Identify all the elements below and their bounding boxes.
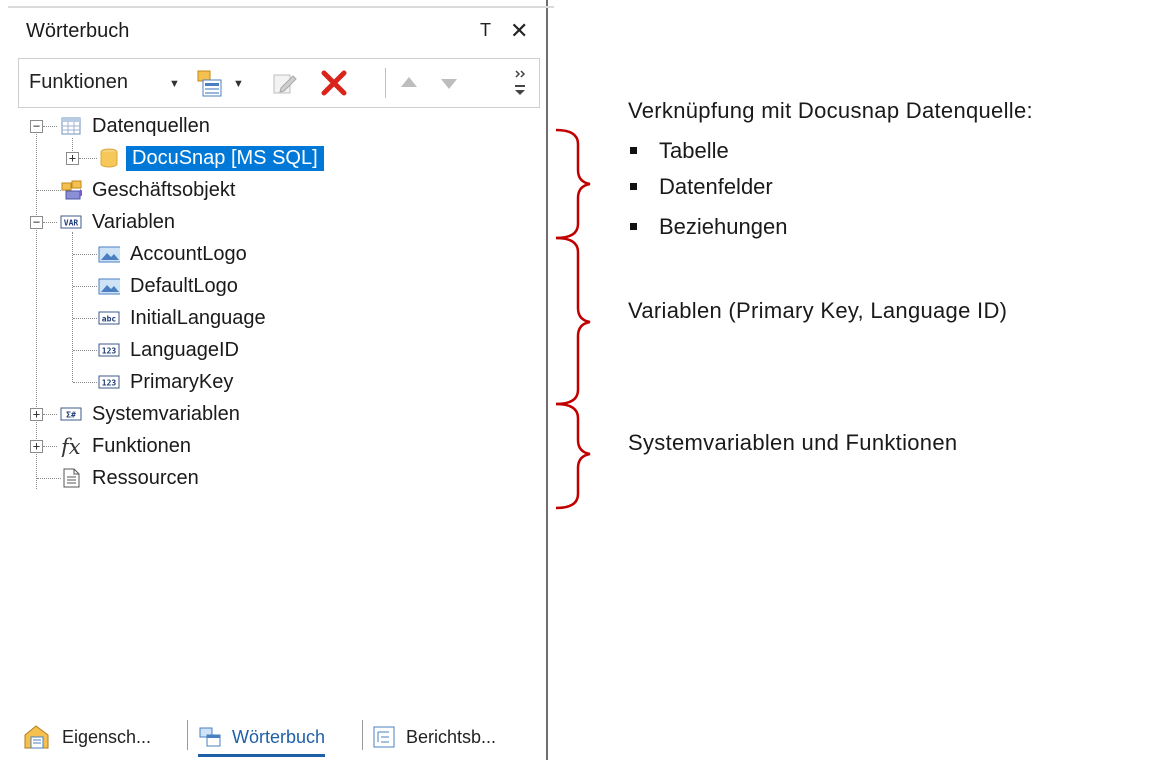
tab-label-woerterbuch: Wörterbuch (232, 726, 326, 747)
tree-label-ressourcen: Ressourcen (92, 466, 199, 489)
annotation-bullet: Beziehungen (630, 214, 787, 240)
function-icon: fx (60, 435, 81, 457)
variable-icon: VAR (60, 215, 82, 229)
tree-label-systemvariablen: Systemvariablen (92, 402, 240, 425)
tab-label-eigenschaften: Eigensch... (62, 726, 152, 747)
panel-tab-strip: Eigensch... Wörterbuch Berichtsb... (0, 708, 548, 760)
svg-text:abc: abc (102, 315, 117, 324)
string-icon: abc (98, 311, 120, 325)
image-icon (98, 246, 120, 263)
bullet-mark (630, 222, 637, 230)
database-icon (100, 148, 118, 168)
tree-node-geschaeftsobjekt[interactable]: Geschäftsobjekt (60, 177, 239, 203)
tab-label-berichtsbaum: Berichtsb... (406, 726, 497, 747)
annotation-brackets (555, 128, 591, 510)
tree-label-defaultlogo: DefaultLogo (130, 274, 238, 297)
tree-label-funktionen: Funktionen (92, 434, 191, 457)
dictionary-tab-icon (199, 727, 221, 747)
annotation-bullet: Tabelle (630, 138, 729, 164)
tree-node-funktionen[interactable]: fx Funktionen (60, 433, 195, 459)
system-variable-icon: Σ# (60, 407, 82, 421)
tab-woerterbuch[interactable]: Wörterbuch (198, 720, 326, 757)
image-icon (98, 278, 120, 295)
funktionen-expand-toggle[interactable]: + (30, 440, 43, 453)
datenquellen-collapse-toggle[interactable]: − (30, 120, 43, 133)
annotation-bullet: Datenfelder (630, 174, 773, 200)
tab-berichtsbaum[interactable]: Berichtsb... (372, 720, 496, 754)
report-tree-icon (373, 726, 395, 748)
tab-separator (362, 720, 363, 750)
variablen-collapse-toggle[interactable]: − (30, 216, 43, 229)
tree-node-languageid[interactable]: 123 LanguageID (98, 337, 243, 363)
tree-node-docusnap[interactable]: DocuSnap [MS SQL] (98, 145, 324, 171)
bracket-variablen (555, 236, 591, 406)
svg-text:fx: fx (60, 435, 81, 457)
tree-node-systemvariablen[interactable]: Σ# Systemvariablen (60, 401, 244, 427)
tab-eigenschaften[interactable]: Eigensch... (22, 720, 151, 754)
bullet-mark (630, 182, 637, 190)
annotation-variablen: Variablen (Primary Key, Language ID) (628, 298, 1008, 323)
bracket-system (555, 402, 591, 510)
svg-text:123: 123 (102, 347, 117, 356)
table-icon (61, 117, 81, 135)
svg-text:123: 123 (102, 379, 117, 388)
docusnap-expand-toggle[interactable]: + (66, 152, 79, 165)
properties-icon (24, 725, 49, 749)
dictionary-panel: Wörterbuch Т ✕ Funktionen ▼ ▼ − + − + + … (0, 0, 554, 760)
tree-node-ressourcen[interactable]: Ressourcen (60, 465, 203, 491)
number-icon: 123 (98, 375, 120, 389)
tree-node-accountlogo[interactable]: AccountLogo (98, 241, 251, 267)
tree-node-primarykey[interactable]: 123 PrimaryKey (98, 369, 237, 395)
tab-separator (187, 720, 188, 750)
annotation-heading: Verknüpfung mit Docusnap Datenquelle: (628, 98, 1033, 123)
tree-label-initiallanguage: InitialLanguage (130, 306, 266, 329)
tree-label-geschaeftsobjekt: Geschäftsobjekt (92, 178, 236, 201)
tree-label-docusnap: DocuSnap [MS SQL] (126, 145, 324, 171)
svg-text:Σ#: Σ# (66, 411, 76, 420)
annotation-system: Systemvariablen und Funktionen (628, 430, 958, 455)
svg-text:VAR: VAR (64, 219, 79, 228)
business-object-icon (61, 180, 82, 200)
tree-node-defaultlogo[interactable]: DefaultLogo (98, 273, 242, 299)
tree-node-initiallanguage[interactable]: abc InitialLanguage (98, 305, 270, 331)
tree-label-languageid: LanguageID (130, 338, 239, 361)
tree-node-variablen[interactable]: VAR Variablen (60, 209, 179, 235)
dictionary-tree: − + − + + Datenquellen DocuSnap [MS SQL] (0, 0, 548, 700)
systemvariablen-expand-toggle[interactable]: + (30, 408, 43, 421)
tree-node-datenquellen[interactable]: Datenquellen (60, 113, 214, 139)
tree-label-datenquellen: Datenquellen (92, 114, 210, 137)
bullet-mark (630, 146, 637, 154)
resource-icon (63, 468, 80, 488)
number-icon: 123 (98, 343, 120, 357)
tree-label-accountlogo: AccountLogo (130, 242, 247, 265)
tree-label-variablen: Variablen (92, 210, 176, 233)
bracket-datasource (555, 128, 591, 240)
tree-label-primarykey: PrimaryKey (130, 370, 234, 393)
